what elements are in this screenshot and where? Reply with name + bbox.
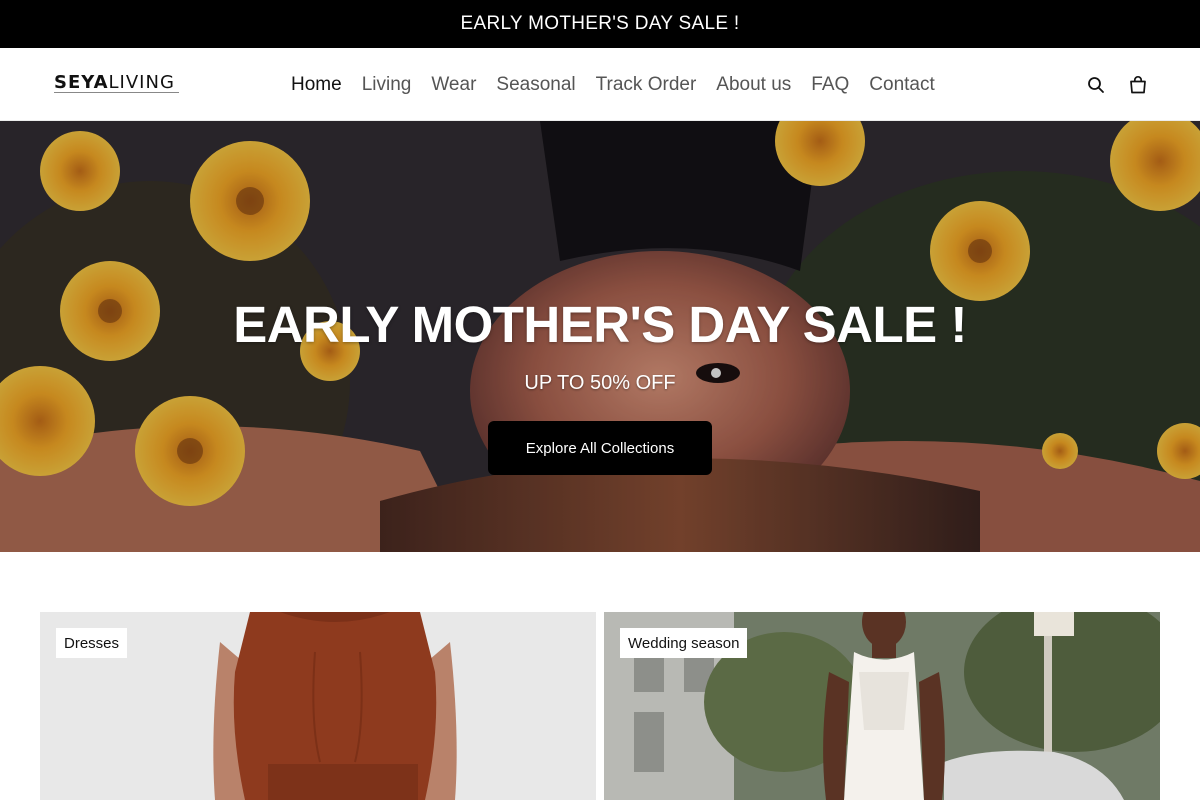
nav-item-home[interactable]: Home — [281, 74, 352, 96]
nav-item-track-order[interactable]: Track Order — [586, 74, 707, 96]
site-logo[interactable]: SEYA LIVING — [54, 72, 175, 98]
collection-card-wedding-season[interactable]: Wedding season — [604, 612, 1160, 800]
collection-label-dresses: Dresses — [56, 628, 128, 658]
cart-button[interactable] — [1125, 72, 1151, 98]
logo-text-bold: SEYA — [54, 72, 109, 93]
announcement-text: EARLY MOTHER'S DAY SALE ! — [460, 13, 740, 34]
search-button[interactable] — [1083, 72, 1109, 98]
logo-underline — [54, 92, 179, 93]
collection-grid: Dresses Wedding season — [40, 612, 1160, 800]
explore-collections-button[interactable]: Explore All Collections — [488, 421, 712, 475]
nav-item-living[interactable]: Living — [352, 74, 422, 96]
nav-item-wear[interactable]: Wear — [421, 74, 486, 96]
main-nav: Home Living Wear Seasonal Track Order Ab… — [281, 48, 945, 121]
hero-title: EARLY MOTHER'S DAY SALE ! — [233, 296, 967, 353]
nav-item-about-us[interactable]: About us — [706, 74, 801, 96]
shopping-bag-icon — [1130, 76, 1146, 94]
hero-banner: EARLY MOTHER'S DAY SALE ! UP TO 50% OFF … — [0, 121, 1200, 552]
collection-label-wedding-season: Wedding season — [620, 628, 748, 658]
logo-text-light: LIVING — [108, 72, 175, 93]
hero-subtitle: UP TO 50% OFF — [524, 372, 676, 394]
nav-item-contact[interactable]: Contact — [859, 74, 944, 96]
search-icon — [1088, 77, 1104, 93]
nav-item-seasonal[interactable]: Seasonal — [486, 74, 585, 96]
collection-card-dresses[interactable]: Dresses — [40, 612, 596, 800]
announcement-bar: EARLY MOTHER'S DAY SALE ! — [0, 0, 1200, 48]
hero-content: EARLY MOTHER'S DAY SALE ! UP TO 50% OFF … — [0, 121, 1200, 552]
nav-item-faq[interactable]: FAQ — [801, 74, 859, 96]
site-header: SEYA LIVING Home Living Wear Seasonal Tr… — [0, 48, 1200, 121]
